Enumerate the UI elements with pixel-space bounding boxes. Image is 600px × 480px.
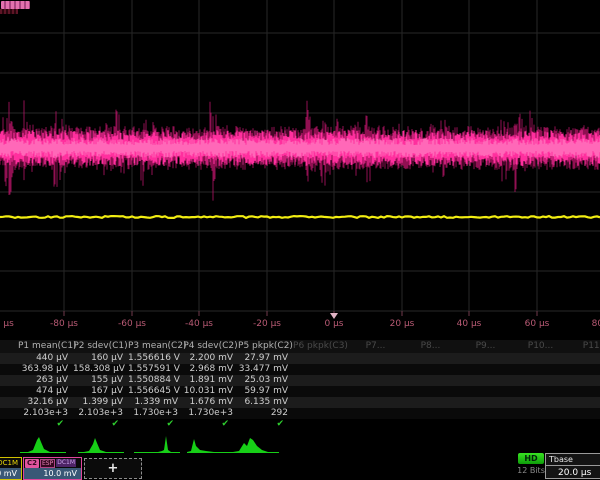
measure-table: P1 mean(C1)P2 sdev(C1)P3 mean(C2)P4 sdev… (0, 340, 600, 430)
c1-vertical-scale: 0 mV (0, 468, 21, 479)
measure-table-header-row: P1 mean(C1)P2 sdev(C1)P3 mean(C2)P4 sdev… (0, 340, 600, 353)
c1-descriptor-box[interactable]: DC1M 0 mV (0, 457, 22, 480)
measure-table-row: 363.98 µV158.308 µV1.557591 V2.968 mV33.… (0, 364, 600, 375)
measure-value: 1.730e+3 (183, 408, 238, 419)
x-tick-label: -20 µs (253, 319, 281, 329)
parameter-histicon[interactable] (233, 434, 279, 454)
measure-value: 1.550884 V (128, 375, 183, 386)
measure-value: 2.103e+3 (73, 408, 128, 419)
x-tick-label: -100 µs (0, 319, 14, 329)
plus-icon: + (108, 461, 119, 476)
descriptor-bar: DC1M 0 mV C2 ESP DC1M 10.0 mV + HD 12 Bi… (0, 452, 600, 480)
parameter-histicon[interactable] (20, 434, 66, 454)
measure-value: 33.477 mV (238, 364, 293, 375)
c1-coupling-label: DC1M (0, 458, 21, 468)
top-left-trace-badge (1, 1, 30, 9)
measure-table-row: 263 µV155 µV1.550884 V1.891 mV25.03 mV (0, 375, 600, 386)
measure-value: 474 µV (18, 386, 73, 397)
measure-value: 1.556616 V (128, 353, 183, 364)
measure-value: 1.339 mV (128, 397, 183, 408)
parameter-header[interactable]: P11... (568, 340, 600, 353)
axis-tick-marks (64, 311, 537, 316)
timebase-label: Tbase (546, 454, 600, 466)
measure-value: 25.03 mV (238, 375, 293, 386)
status-check-icon: ✔ (73, 419, 128, 430)
c2-vertical-scale: 10.0 mV (24, 468, 81, 479)
measure-value: 440 µV (18, 353, 73, 364)
parameter-histicon[interactable] (134, 434, 180, 454)
measure-value: 27.97 mV (238, 353, 293, 364)
measure-value: 1.399 µV (73, 397, 128, 408)
x-tick-label: -60 µs (118, 319, 146, 329)
measure-value: 1.891 mV (183, 375, 238, 386)
status-check-icon: ✔ (183, 419, 238, 430)
measure-value: 2.968 mV (183, 364, 238, 375)
measure-value: 2.103e+3 (18, 408, 73, 419)
measure-value: 10.031 mV (183, 386, 238, 397)
parameter-header[interactable]: P6 pkpk(C3) (293, 340, 348, 353)
measure-value: 2.200 mV (183, 353, 238, 364)
measure-value: 155 µV (73, 375, 128, 386)
measure-status-row: ✔✔✔✔✔ (0, 419, 600, 430)
measure-value: 363.98 µV (18, 364, 73, 375)
measure-value: 292 (238, 408, 293, 419)
parameter-histicon[interactable] (78, 434, 124, 454)
parameter-histicon[interactable] (187, 434, 233, 454)
measure-value: 263 µV (18, 375, 73, 386)
measure-value: 158.308 µV (73, 364, 128, 375)
measure-table-row: 2.103e+32.103e+31.730e+31.730e+3292 (0, 408, 600, 419)
measure-table-row: 32.16 µV1.399 µV1.339 mV1.676 mV6.135 mV (0, 397, 600, 408)
status-check-icon: ✔ (238, 419, 293, 430)
measure-table-row: 440 µV160 µV1.556616 V2.200 mV27.97 mV (0, 353, 600, 364)
status-check-icon: ✔ (18, 419, 73, 430)
x-tick-label: -40 µs (185, 319, 213, 329)
measure-value: 167 µV (73, 386, 128, 397)
c2-descriptor-box[interactable]: C2 ESP DC1M 10.0 mV (23, 457, 82, 480)
x-tick-label: 60 µs (525, 319, 550, 329)
hd-mode-badge: HD (518, 453, 544, 464)
measure-value: 1.676 mV (183, 397, 238, 408)
x-tick-label: 40 µs (457, 319, 482, 329)
measure-value: 6.135 mV (238, 397, 293, 408)
parameter-header[interactable]: P1 mean(C1) (18, 340, 73, 353)
c2-esp-badge: ESP (40, 459, 55, 468)
status-check-icon: ✔ (128, 419, 183, 430)
parameter-header[interactable]: P10... (513, 340, 568, 353)
waveform-grid: -100 µs -80 µs -60 µs -40 µs -20 µs 0 µs 20 µs… (0, 0, 600, 335)
c2-channel-label: C2 (25, 459, 39, 468)
x-tick-label: 0 µs (324, 319, 343, 329)
top-left-sub-badge (0, 9, 18, 14)
oscilloscope-screen: -100 µs -80 µs -60 µs -40 µs -20 µs 0 µs 20 µs… (0, 0, 600, 480)
add-trace-button[interactable]: + (84, 458, 142, 479)
x-tick-label: 20 µs (390, 319, 415, 329)
timebase-scale: 20.0 µs (546, 466, 600, 480)
parameter-header[interactable]: P3 mean(C2) (128, 340, 183, 353)
parameter-header[interactable]: P8... (403, 340, 458, 353)
trigger-position-marker[interactable] (330, 313, 338, 319)
measure-value: 1.556645 V (128, 386, 183, 397)
timebase-descriptor-box[interactable]: Tbase 20.0 µs (545, 453, 600, 479)
parameter-header[interactable]: P4 sdev(C2) (183, 340, 238, 353)
c2-coupling-badge: DC1M (56, 459, 76, 467)
measure-value: 32.16 µV (18, 397, 73, 408)
x-tick-label: 80 µs (592, 319, 600, 329)
parameter-header[interactable]: P7... (348, 340, 403, 353)
parameter-header[interactable]: P5 pkpk(C2) (238, 340, 293, 353)
measure-value: 1.730e+3 (128, 408, 183, 419)
x-tick-label: -80 µs (50, 319, 78, 329)
measure-value: 59.97 mV (238, 386, 293, 397)
measure-table-row: 474 µV167 µV1.556645 V10.031 mV59.97 mV (0, 386, 600, 397)
parameter-header[interactable]: P9... (458, 340, 513, 353)
measure-value: 160 µV (73, 353, 128, 364)
parameter-header[interactable]: P2 sdev(C1) (73, 340, 128, 353)
c1-trace (0, 216, 600, 218)
measure-value: 1.557591 V (128, 364, 183, 375)
